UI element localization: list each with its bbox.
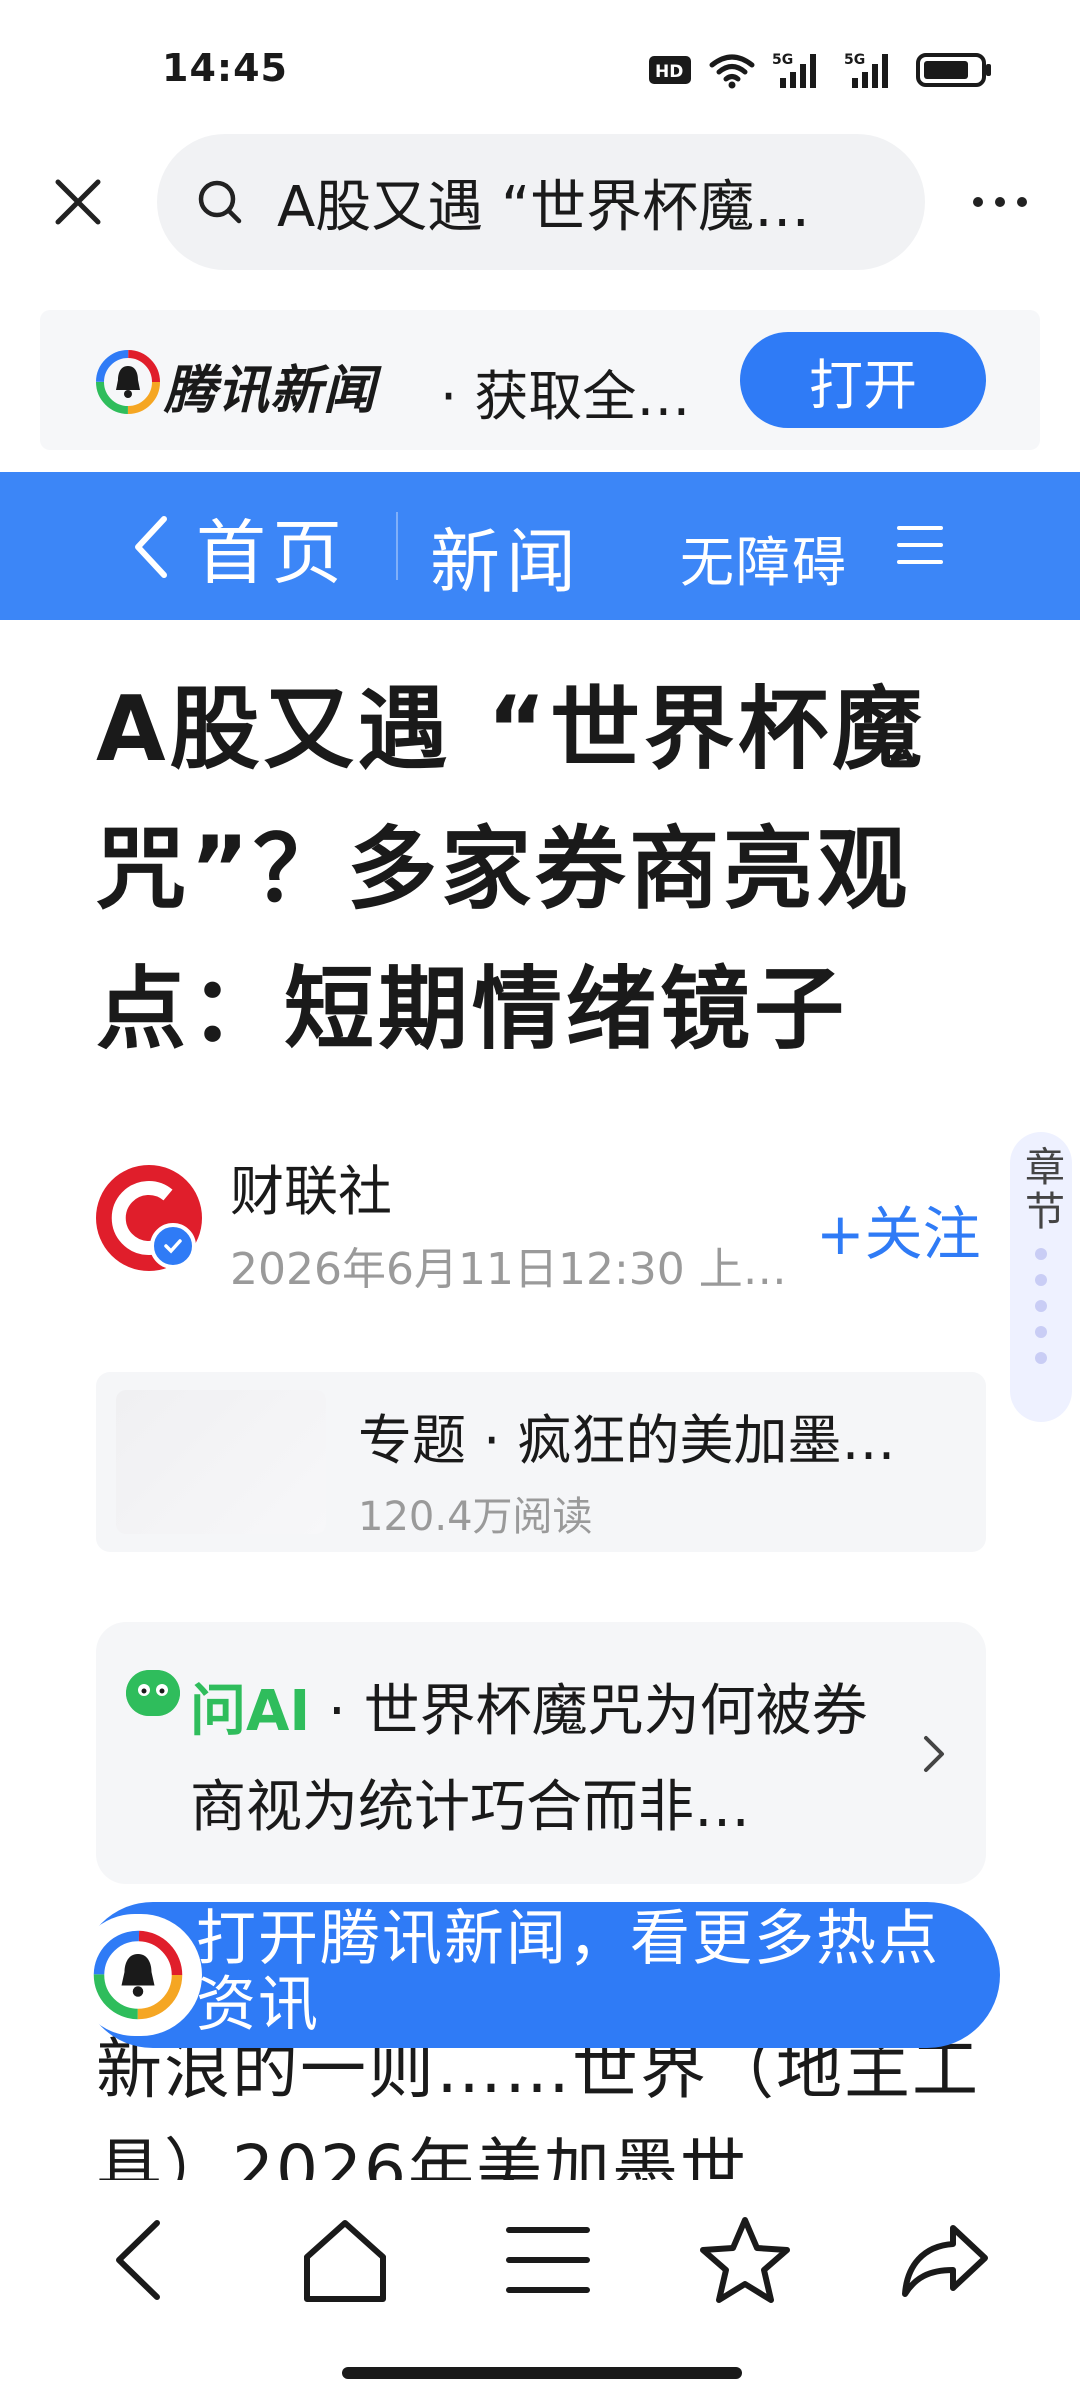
more-dot-icon bbox=[1017, 197, 1027, 207]
topic-card[interactable]: 专题 · 疯狂的美加墨… 120.4万阅读 bbox=[96, 1372, 986, 1552]
wifi-icon bbox=[709, 54, 755, 89]
bottom-toolbar bbox=[0, 2180, 1080, 2330]
open-app-button[interactable]: 打开 bbox=[740, 332, 986, 428]
nav-divider bbox=[396, 512, 398, 580]
more-dot-icon bbox=[995, 197, 1005, 207]
home-icon bbox=[304, 2220, 386, 2302]
banner-tagline: · 获取全… bbox=[440, 365, 691, 428]
topic-title: 专题 · 疯狂的美加墨… bbox=[358, 1409, 896, 1472]
back-home-link[interactable]: 首页 bbox=[130, 502, 348, 594]
home-indicator[interactable] bbox=[342, 2367, 742, 2379]
back-icon bbox=[116, 2220, 160, 2300]
ask-ai-card[interactable]: 问AI · 世界杯魔咒为何被券商视为统计巧合而非… bbox=[96, 1622, 986, 1884]
home-label: 首页 bbox=[196, 511, 348, 594]
chapter-dot bbox=[1035, 1248, 1047, 1260]
bookmark-button[interactable] bbox=[695, 2210, 795, 2310]
ask-ai-label: 问AI bbox=[190, 1679, 311, 1744]
author-name[interactable]: 财联社 bbox=[230, 1147, 392, 1226]
menu-icon[interactable] bbox=[895, 520, 945, 570]
signal-5g-icon: 5G bbox=[844, 52, 888, 88]
open-app-promo-button[interactable]: 打开腾讯新闻，看更多热点资讯 bbox=[74, 1902, 1000, 2048]
svg-text:5G: 5G bbox=[844, 52, 865, 68]
chevron-left-icon bbox=[135, 516, 167, 578]
accessibility-link[interactable]: 无障碍 bbox=[680, 518, 848, 597]
promo-text: 打开腾讯新闻，看更多热点资讯 bbox=[196, 1904, 940, 2040]
status-time: 14:45 bbox=[162, 46, 288, 90]
tencent-news-logo-icon bbox=[93, 1930, 183, 2020]
follow-button[interactable]: +关注 bbox=[816, 1187, 981, 1271]
topic-thumbnail bbox=[116, 1390, 326, 1534]
menu-lines-icon bbox=[506, 2227, 590, 2293]
site-nav-bar: 首页 新闻 无障碍 bbox=[0, 472, 1080, 620]
verified-badge-icon bbox=[150, 1223, 196, 1269]
status-icons: HD 5G 5G bbox=[648, 50, 992, 90]
share-icon bbox=[902, 2225, 988, 2297]
article-title: A股又遇 “世界杯魔咒”？多家券商亮观点：短期情绪镜子 bbox=[96, 677, 927, 1062]
more-dot-icon bbox=[973, 197, 983, 207]
ai-assistant-icon bbox=[126, 1670, 180, 1716]
back-button[interactable] bbox=[90, 2210, 190, 2310]
browser-bar: A股又遇 “世界杯魔… bbox=[0, 134, 1080, 270]
chapter-dot bbox=[1035, 1274, 1047, 1286]
chapter-dot bbox=[1035, 1352, 1047, 1364]
svg-text:5G: 5G bbox=[772, 52, 793, 68]
news-channel-link[interactable]: 新闻 bbox=[430, 506, 582, 607]
chapter-dot bbox=[1035, 1326, 1047, 1338]
chapter-label: 章节 bbox=[1018, 1146, 1064, 1234]
author-row: 财联社 2026年6月11日12:30 上… +关注 bbox=[96, 1135, 996, 1295]
topic-read-count: 120.4万阅读 bbox=[358, 1494, 593, 1540]
battery-icon bbox=[916, 53, 991, 87]
signal-5g-icon: 5G bbox=[772, 52, 816, 88]
search-box[interactable]: A股又遇 “世界杯魔… bbox=[157, 134, 925, 270]
close-icon bbox=[55, 179, 101, 225]
publish-meta: 2026年6月11日12:30 上… bbox=[230, 1244, 787, 1295]
chevron-right-icon bbox=[924, 1736, 944, 1772]
chapter-dot bbox=[1035, 1300, 1047, 1312]
ask-ai-text: 问AI · 世界杯魔咒为何被券商视为统计巧合而非… bbox=[190, 1664, 870, 1856]
search-icon bbox=[198, 180, 242, 224]
close-button[interactable] bbox=[46, 170, 110, 234]
search-query: A股又遇 “世界杯魔… bbox=[277, 174, 811, 240]
app-name: 腾讯新闻 bbox=[164, 361, 377, 421]
more-options-button[interactable] bbox=[960, 172, 1040, 232]
share-button[interactable] bbox=[895, 2210, 995, 2310]
home-button[interactable] bbox=[295, 2210, 395, 2310]
chapter-nav-tab[interactable]: 章节 bbox=[1010, 1132, 1072, 1422]
hd-icon: HD bbox=[649, 56, 691, 84]
star-icon bbox=[700, 2217, 790, 2303]
app-download-banner[interactable]: 腾讯新闻 · 获取全… 打开 bbox=[40, 310, 1040, 450]
svg-text:HD: HD bbox=[655, 62, 683, 82]
status-bar: 14:45 HD 5G 5G bbox=[0, 0, 1080, 130]
tencent-news-logo-icon bbox=[96, 350, 160, 414]
promo-logo bbox=[74, 1914, 202, 2036]
tabs-menu-button[interactable] bbox=[498, 2210, 598, 2310]
